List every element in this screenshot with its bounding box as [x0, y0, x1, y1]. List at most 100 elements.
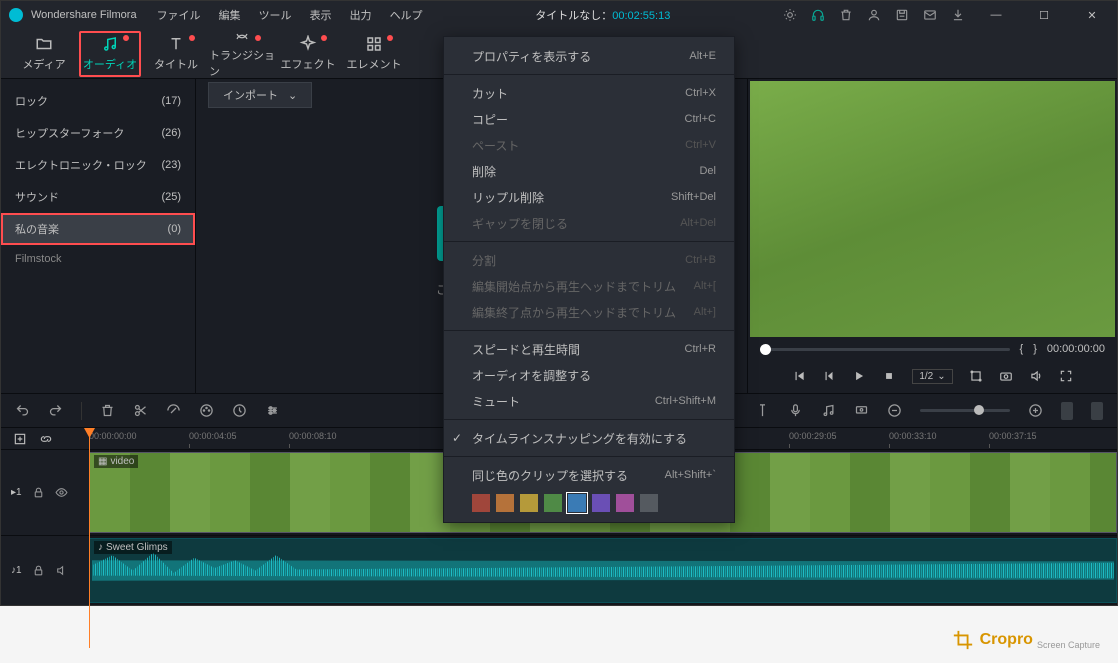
camera-icon[interactable]: [999, 369, 1013, 383]
maximize-button[interactable]: ☐: [1027, 9, 1061, 22]
sidebar: ロック(17) ヒップスターフォーク(26) エレクトロニック・ロック(23) …: [1, 79, 196, 393]
audio-clip-label: ♪ Sweet Glimps: [94, 541, 172, 554]
ctx-same-color[interactable]: 同じ色のクリップを選択するAlt+Shift+`: [444, 462, 734, 488]
settings-icon[interactable]: [265, 403, 280, 418]
sidebar-item-electronic[interactable]: エレクトロニック・ロック(23): [1, 149, 195, 181]
menu-edit[interactable]: 編集: [219, 7, 241, 23]
menu-view[interactable]: 表示: [310, 7, 332, 23]
tool-element[interactable]: エレメント: [341, 29, 407, 79]
preview-scale[interactable]: 1/2⌄: [912, 369, 952, 384]
playhead[interactable]: [89, 428, 90, 648]
ctx-mute[interactable]: ミュートCtrl+Shift+M: [444, 388, 734, 414]
brightness-icon[interactable]: [783, 8, 797, 22]
speed-icon[interactable]: [232, 403, 247, 418]
tick: 00:00:08:10: [289, 431, 337, 441]
color-swatch[interactable]: [592, 494, 610, 512]
sidebar-item-rock[interactable]: ロック(17): [1, 85, 195, 117]
delete-icon[interactable]: [100, 403, 115, 418]
color-swatch[interactable]: [568, 494, 586, 512]
audio-track-head: ♪1: [1, 536, 89, 605]
crop-icon[interactable]: [969, 369, 983, 383]
color-swatch[interactable]: [496, 494, 514, 512]
undo-icon[interactable]: [15, 403, 30, 418]
play-icon[interactable]: [852, 369, 866, 383]
preview-canvas[interactable]: [750, 81, 1115, 337]
stop-icon[interactable]: [882, 369, 896, 383]
sidebar-footer[interactable]: Filmstock: [1, 245, 195, 273]
tool-audio[interactable]: オーディオ: [77, 29, 143, 79]
ctx-audio-adjust[interactable]: オーディオを調整する: [444, 362, 734, 388]
tick: 00:00:33:10: [889, 431, 937, 441]
menu-tool[interactable]: ツール: [259, 7, 292, 23]
zoom-out-icon[interactable]: [887, 403, 902, 418]
mail-icon[interactable]: [923, 8, 937, 22]
ctx-ripple-delete[interactable]: リップル削除Shift+Del: [444, 184, 734, 210]
ctx-delete[interactable]: 削除Del: [444, 158, 734, 184]
record-icon[interactable]: [854, 403, 869, 418]
track-add-icon[interactable]: [13, 432, 27, 446]
audio-clip[interactable]: ♪ Sweet Glimps: [89, 538, 1117, 603]
audio-track-body[interactable]: ♪ Sweet Glimps: [89, 536, 1117, 605]
color-swatch[interactable]: [472, 494, 490, 512]
lock-icon[interactable]: [32, 564, 45, 577]
menu-output[interactable]: 出力: [350, 7, 372, 23]
link-icon[interactable]: [39, 432, 53, 446]
trash-icon[interactable]: [839, 8, 853, 22]
tool-media[interactable]: メディア: [11, 29, 77, 79]
close-button[interactable]: ✕: [1075, 9, 1109, 22]
check-icon: ✓: [452, 431, 462, 445]
eye-icon[interactable]: [55, 486, 68, 499]
stop-back-icon[interactable]: [822, 369, 836, 383]
ctx-speed[interactable]: スピードと再生時間Ctrl+R: [444, 336, 734, 362]
marker-icon[interactable]: [755, 403, 770, 418]
fullscreen-icon[interactable]: [1059, 369, 1073, 383]
ctx-properties[interactable]: プロパティを表示するAlt+E: [444, 43, 734, 69]
ctx-cut[interactable]: カットCtrl+X: [444, 80, 734, 106]
scrub-track[interactable]: [760, 348, 1010, 351]
menu-file[interactable]: ファイル: [157, 7, 201, 23]
prev-frame-icon[interactable]: [792, 369, 806, 383]
tool-transition-label: トランジション: [209, 47, 275, 79]
video-track-head: ▸1: [1, 450, 89, 535]
headphones-icon[interactable]: [811, 8, 825, 22]
minimize-button[interactable]: —: [979, 9, 1013, 21]
color-swatch[interactable]: [616, 494, 634, 512]
mic-icon[interactable]: [788, 403, 803, 418]
redo-icon[interactable]: [48, 403, 63, 418]
user-icon[interactable]: [867, 8, 881, 22]
title-duration: 00:02:55:13: [612, 10, 670, 22]
sidebar-item-hipster[interactable]: ヒップスターフォーク(26): [1, 117, 195, 149]
app-logo-icon: [9, 8, 23, 22]
color-swatch[interactable]: [520, 494, 538, 512]
sidebar-item-sound[interactable]: サウンド(25): [1, 181, 195, 213]
save-icon[interactable]: [895, 8, 909, 22]
menu-help[interactable]: ヘルプ: [390, 7, 423, 23]
color-swatch[interactable]: [544, 494, 562, 512]
zoom-fit2-icon[interactable]: [1091, 402, 1103, 420]
zoom-in-icon[interactable]: [1028, 403, 1043, 418]
zoom-fit-icon[interactable]: [1061, 402, 1073, 420]
tool-title[interactable]: タイトル: [143, 29, 209, 79]
sidebar-item-mymusic[interactable]: 私の音楽(0): [1, 213, 195, 245]
scrub-thumb[interactable]: [760, 344, 771, 355]
ctx-trim-start: 編集開始点から再生ヘッドまでトリムAlt+[: [444, 273, 734, 299]
volume-icon[interactable]: [1029, 369, 1043, 383]
preview-time: 00:00:00:00: [1047, 343, 1105, 355]
zoom-slider[interactable]: [920, 409, 1010, 412]
waveform: [92, 545, 1114, 596]
import-button[interactable]: インポート ⌄: [208, 82, 312, 108]
ctx-close-gap: ギャップを閉じるAlt+Del: [444, 210, 734, 236]
color-swatch[interactable]: [640, 494, 658, 512]
edit-icon[interactable]: [166, 403, 181, 418]
cut-icon[interactable]: [133, 403, 148, 418]
lock-icon[interactable]: [32, 486, 45, 499]
speaker-icon[interactable]: [55, 564, 68, 577]
download-icon[interactable]: [951, 8, 965, 22]
tool-transition[interactable]: トランジション: [209, 29, 275, 79]
color-icon[interactable]: [199, 403, 214, 418]
ctx-copy[interactable]: コピーCtrl+C: [444, 106, 734, 132]
mixer-icon[interactable]: [821, 403, 836, 418]
zoom-thumb[interactable]: [974, 405, 984, 415]
ctx-snapping[interactable]: ✓タイムラインスナッピングを有効にする: [444, 425, 734, 451]
tool-effect[interactable]: エフェクト: [275, 29, 341, 79]
